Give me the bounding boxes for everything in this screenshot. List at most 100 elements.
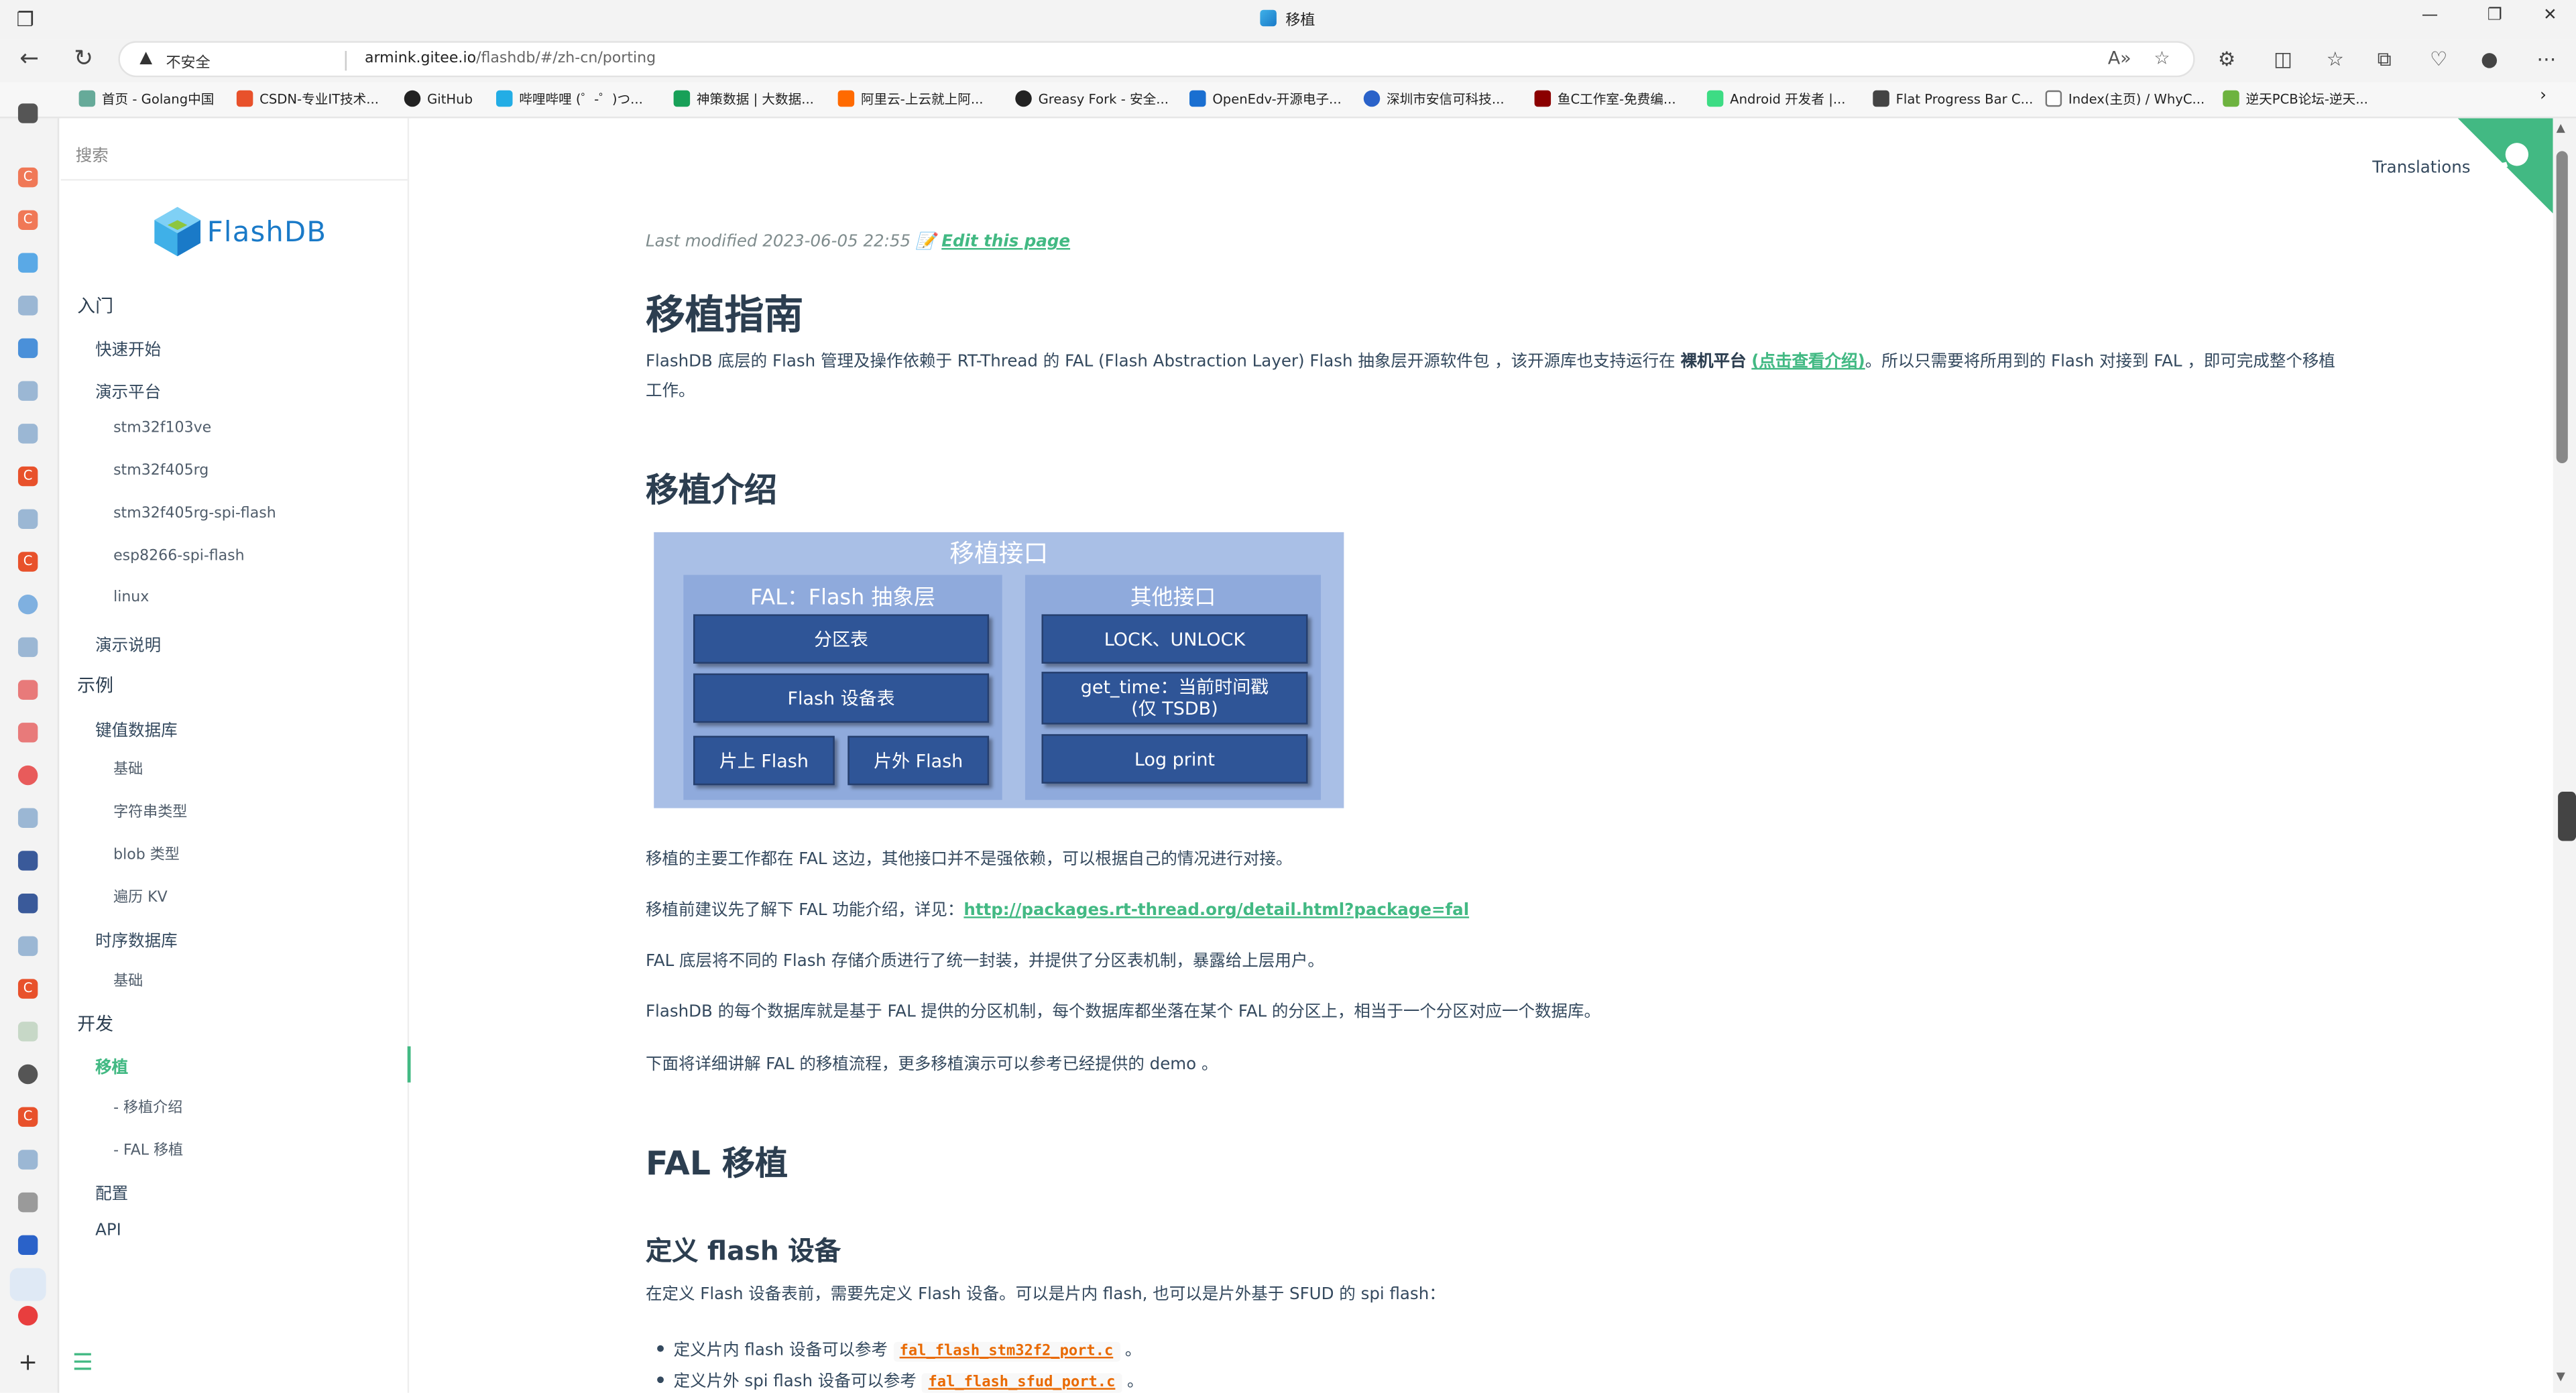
bookmark-item[interactable]: 神策数据 | 大数据...	[673, 90, 814, 109]
new-tab-plus-icon[interactable]: +	[18, 1352, 38, 1375]
sidebar-item-stm32f405rg[interactable]: stm32f405rg	[113, 463, 209, 480]
tab-search-icon[interactable]	[17, 296, 38, 316]
sidebar-item-linux[interactable]: linux	[113, 590, 149, 607]
sidebar-item-fal-porting[interactable]: - FAL 移植	[113, 1138, 183, 1160]
bookmark-item[interactable]: Flat Progress Bar C...	[1873, 90, 2033, 107]
security-label[interactable]: 不安全	[166, 51, 210, 72]
bookmark-item[interactable]: CSDN-专业IT技术...	[236, 90, 379, 109]
tab-icon[interactable]	[17, 893, 38, 914]
sidebar-search[interactable]: 搜索	[60, 118, 410, 181]
sidebar-item-ts-basic[interactable]: 基础	[113, 969, 143, 991]
intro-more-link[interactable]: (点击查看介绍)	[1751, 353, 1865, 371]
sidebar-item-demo-notes[interactable]: 演示说明	[95, 631, 161, 656]
sidebar-item-kvdb[interactable]: 键值数据库	[95, 716, 178, 741]
tab-search-icon[interactable]	[17, 637, 38, 658]
tab-search-icon[interactable]	[17, 381, 38, 401]
sidebar-item-iterate-kv[interactable]: 遍历 KV	[113, 886, 168, 907]
sidebar-item-porting-intro[interactable]: - 移植介绍	[113, 1095, 182, 1117]
split-screen-icon[interactable]: ◫	[2274, 48, 2292, 70]
scrollbar-thumb[interactable]	[2556, 151, 2568, 463]
sidebar-item-stm32f405rg-spi-flash[interactable]: stm32f405rg-spi-flash	[113, 506, 276, 523]
url-text[interactable]: armink.gitee.io/flashdb/#/zh-cn/porting	[365, 51, 656, 68]
sidebar-item-esp8266-spi-flash[interactable]: esp8266-spi-flash	[113, 548, 245, 565]
sidebar-item-demo-platforms[interactable]: 演示平台	[95, 378, 161, 402]
tab-icon[interactable]	[17, 1192, 38, 1213]
tab-icon[interactable]: C	[17, 979, 38, 999]
sidebar-item-getting-started[interactable]: 入门	[77, 292, 113, 318]
bookmark-item[interactable]: 深圳市安信可科技...	[1363, 90, 1505, 109]
bookmark-item[interactable]: 首页 - Golang中国	[78, 90, 214, 109]
bookmark-item[interactable]: Index(主页) / WhyC...	[2045, 90, 2205, 109]
bookmark-item[interactable]: 鱼C工作室-免费编...	[1534, 90, 1676, 109]
collections-icon[interactable]: ⧉	[2378, 48, 2392, 72]
address-bar[interactable]: ▲ 不安全 armink.gitee.io/flashdb/#/zh-cn/po…	[118, 41, 2195, 78]
favorite-star-icon[interactable]: ☆	[2154, 48, 2170, 69]
tab-icon[interactable]: C	[17, 552, 38, 572]
sidebar-item-string-type[interactable]: 字符串类型	[113, 800, 187, 822]
favorites-icon[interactable]: ☆	[2327, 48, 2344, 70]
tab-icon[interactable]: C	[17, 1107, 38, 1127]
side-panel-handle[interactable]	[2558, 792, 2576, 841]
sidebar-item-porting[interactable]: 移植	[95, 1053, 128, 1077]
browser-essentials-icon[interactable]: ♡	[2430, 48, 2447, 70]
scroll-down-arrow-icon[interactable]: ▼	[2557, 1370, 2565, 1384]
tab-icon[interactable]	[17, 1022, 38, 1042]
tab-icon[interactable]	[17, 1305, 38, 1326]
tab-icon[interactable]	[17, 338, 38, 359]
more-menu-icon[interactable]: ⋯	[2536, 48, 2556, 70]
sidebar-item-config[interactable]: 配置	[95, 1179, 128, 1204]
back-icon[interactable]: ←	[19, 46, 39, 72]
tab-search-icon[interactable]	[17, 1150, 38, 1170]
extensions-icon[interactable]: ⚙	[2218, 48, 2235, 70]
sidebar-item-tsdb[interactable]: 时序数据库	[95, 926, 178, 951]
sfud-port-link[interactable]: fal_flash_sfud_port.c	[921, 1373, 1122, 1393]
sidebar-item-development[interactable]: 开发	[77, 1010, 113, 1036]
bookmark-item[interactable]: Android 开发者 |...	[1706, 90, 1846, 109]
tab-icon[interactable]: C	[17, 210, 38, 231]
sidebar-item-api[interactable]: API	[95, 1222, 121, 1240]
refresh-icon[interactable]: ↻	[74, 46, 93, 72]
tab-search-icon[interactable]	[17, 808, 38, 828]
bookmark-item[interactable]: GitHub	[404, 90, 473, 107]
sidebar-toggle-hamburger-icon[interactable]: ☰	[72, 1350, 93, 1376]
edit-this-page-link[interactable]: Edit this page	[941, 233, 1070, 251]
more-bookmarks-chevron-icon[interactable]: ›	[2540, 87, 2546, 105]
tab-icon[interactable]	[17, 723, 38, 743]
sidebar-item-blob-type[interactable]: blob 类型	[113, 843, 180, 864]
tab-actions-icon[interactable]	[17, 103, 38, 123]
sidebar-item-examples[interactable]: 示例	[77, 672, 113, 698]
close-icon[interactable]: ✕	[2543, 7, 2557, 25]
profile-avatar-icon[interactable]: ●	[2481, 48, 2498, 70]
fal-package-link[interactable]: http://packages.rt-thread.org/detail.htm…	[963, 902, 1469, 920]
bookmark-item[interactable]: 逆天PCB论坛-逆天...	[2223, 90, 2368, 109]
sidebar-item-stm32f103ve[interactable]: stm32f103ve	[113, 420, 211, 437]
tab-icon[interactable]	[17, 680, 38, 700]
bookmark-item[interactable]: OpenEdv-开源电子...	[1189, 90, 1342, 109]
read-aloud-icon[interactable]: A»	[2108, 48, 2131, 69]
github-corner-icon[interactable]	[2457, 118, 2553, 214]
tab-icon[interactable]	[17, 765, 38, 786]
tab-icon[interactable]: C	[17, 167, 38, 188]
translations-menu[interactable]: Translations	[2372, 160, 2470, 178]
tab-search-icon[interactable]	[17, 1235, 38, 1256]
tab-search-icon[interactable]	[17, 509, 38, 529]
bookmark-item[interactable]: 哔哩哔哩 (゜-゜)つ...	[495, 90, 643, 109]
tab-icon[interactable]	[17, 253, 38, 273]
bookmark-item[interactable]: 阿里云-上云就上阿...	[837, 90, 984, 109]
tab-icon[interactable]: C	[17, 466, 38, 487]
tab-search-icon[interactable]	[17, 936, 38, 957]
search-input[interactable]: 搜索	[76, 141, 109, 166]
github-tab-icon[interactable]	[17, 1064, 38, 1085]
sidebar-item-kv-basic[interactable]: 基础	[113, 758, 143, 779]
tab-search-icon[interactable]	[17, 424, 38, 444]
sidebar-item-quick-start[interactable]: 快速开始	[95, 335, 161, 360]
warning-icon[interactable]: ▲	[139, 50, 152, 68]
stm32f2-port-link[interactable]: fal_flash_stm32f2_port.c	[892, 1341, 1120, 1362]
scroll-up-arrow-icon[interactable]: ▲	[2557, 121, 2565, 135]
tab-icon[interactable]	[17, 851, 38, 871]
restore-icon[interactable]: ❐	[2487, 7, 2502, 25]
minimize-icon[interactable]: —	[2422, 7, 2439, 25]
bookmark-item[interactable]: Greasy Fork - 安全...	[1015, 90, 1169, 109]
tab-icon[interactable]	[17, 595, 38, 615]
active-tab-flashdb-icon[interactable]	[9, 1268, 46, 1301]
